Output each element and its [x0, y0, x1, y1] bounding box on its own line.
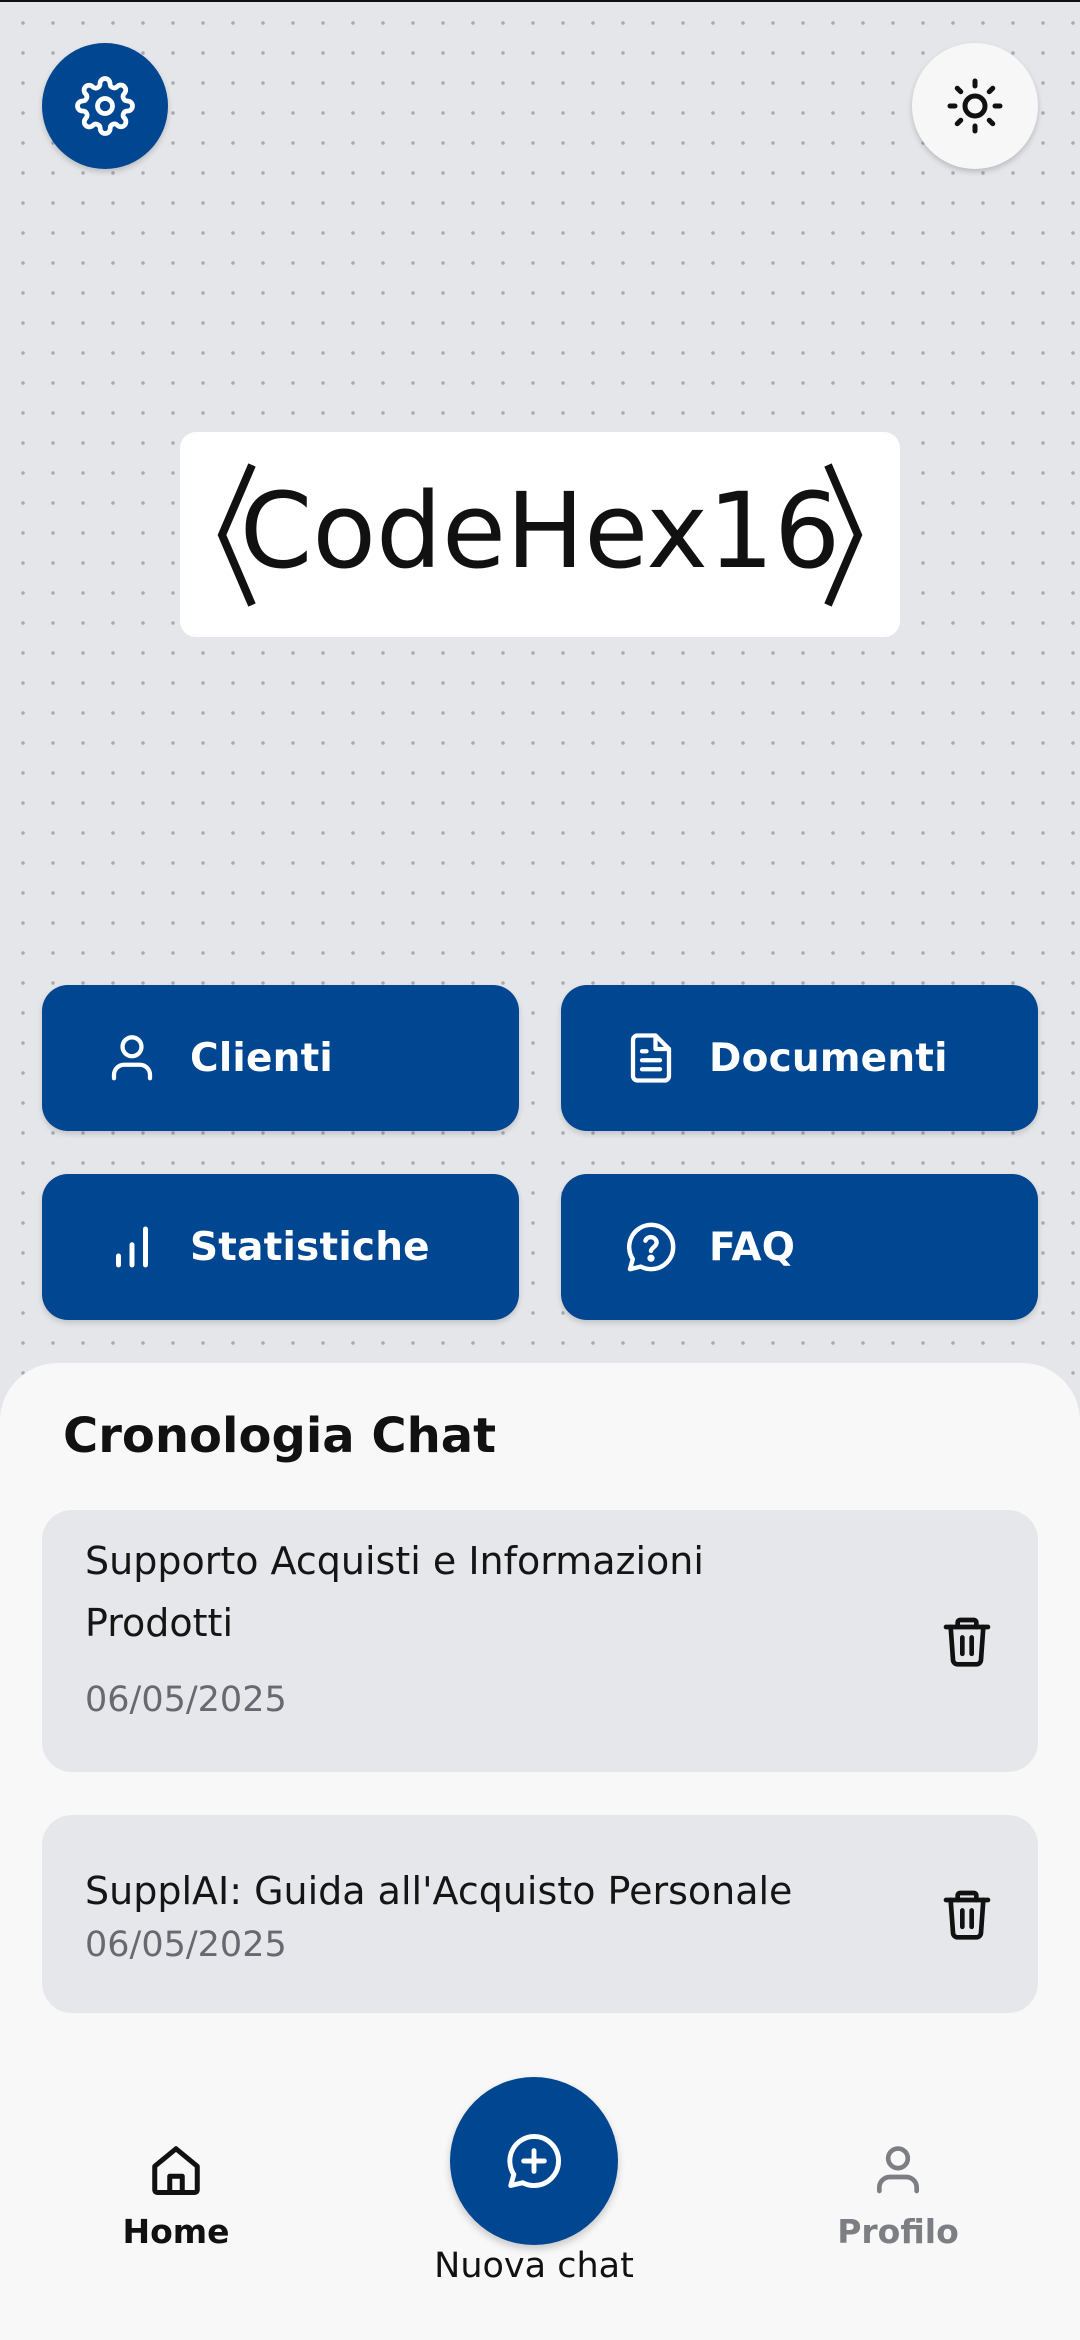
gear-icon: [75, 76, 135, 136]
brand-logo: CodeHex16: [180, 432, 900, 637]
documenti-label: Documenti: [709, 1035, 948, 1081]
sun-icon: [947, 78, 1003, 134]
user-icon: [104, 1030, 160, 1086]
chat-history-title: Cronologia Chat: [63, 1408, 497, 1464]
theme-toggle-button[interactable]: [912, 43, 1038, 169]
logo-text: CodeHex16: [240, 470, 841, 592]
new-chat-button[interactable]: [450, 2077, 618, 2245]
nav-home[interactable]: Home: [96, 2138, 256, 2251]
chat-date: 06/05/2025: [85, 1680, 287, 1720]
bar-chart-icon: [104, 1219, 160, 1275]
question-bubble-icon: [623, 1219, 679, 1275]
documenti-button[interactable]: Documenti: [561, 985, 1038, 1131]
chat-history-item[interactable]: SupplAI: Guida all'Acquisto Personale 06…: [42, 1815, 1038, 2013]
nav-home-label: Home: [122, 2212, 230, 2251]
chat-title: Supporto Acquisti e Informazioni Prodott…: [85, 1539, 704, 1645]
new-chat-label[interactable]: Nuova chat: [400, 2246, 668, 2286]
statistiche-button[interactable]: Statistiche: [42, 1174, 519, 1320]
user-icon: [866, 2138, 930, 2202]
clienti-button[interactable]: Clienti: [42, 985, 519, 1131]
chat-title: SupplAI: Guida all'Acquisto Personale: [85, 1869, 793, 1913]
chat-history-item[interactable]: Supporto Acquisti e Informazioni Prodott…: [42, 1510, 1038, 1772]
statistiche-label: Statistiche: [190, 1224, 430, 1270]
clienti-label: Clienti: [190, 1035, 333, 1081]
delete-chat-button[interactable]: [932, 1606, 1002, 1676]
settings-button[interactable]: [42, 43, 168, 169]
home-icon: [144, 2138, 208, 2202]
trash-icon: [943, 1617, 991, 1667]
status-bar-edge: [0, 0, 1080, 2]
chat-date: 06/05/2025: [85, 1925, 287, 1965]
chat-plus-icon: [507, 2134, 561, 2188]
faq-label: FAQ: [709, 1224, 796, 1270]
delete-chat-button[interactable]: [932, 1879, 1002, 1949]
nav-profile[interactable]: Profilo: [818, 2138, 978, 2251]
trash-icon: [943, 1890, 991, 1940]
nav-profile-label: Profilo: [837, 2212, 959, 2251]
faq-button[interactable]: FAQ: [561, 1174, 1038, 1320]
document-icon: [623, 1030, 679, 1086]
